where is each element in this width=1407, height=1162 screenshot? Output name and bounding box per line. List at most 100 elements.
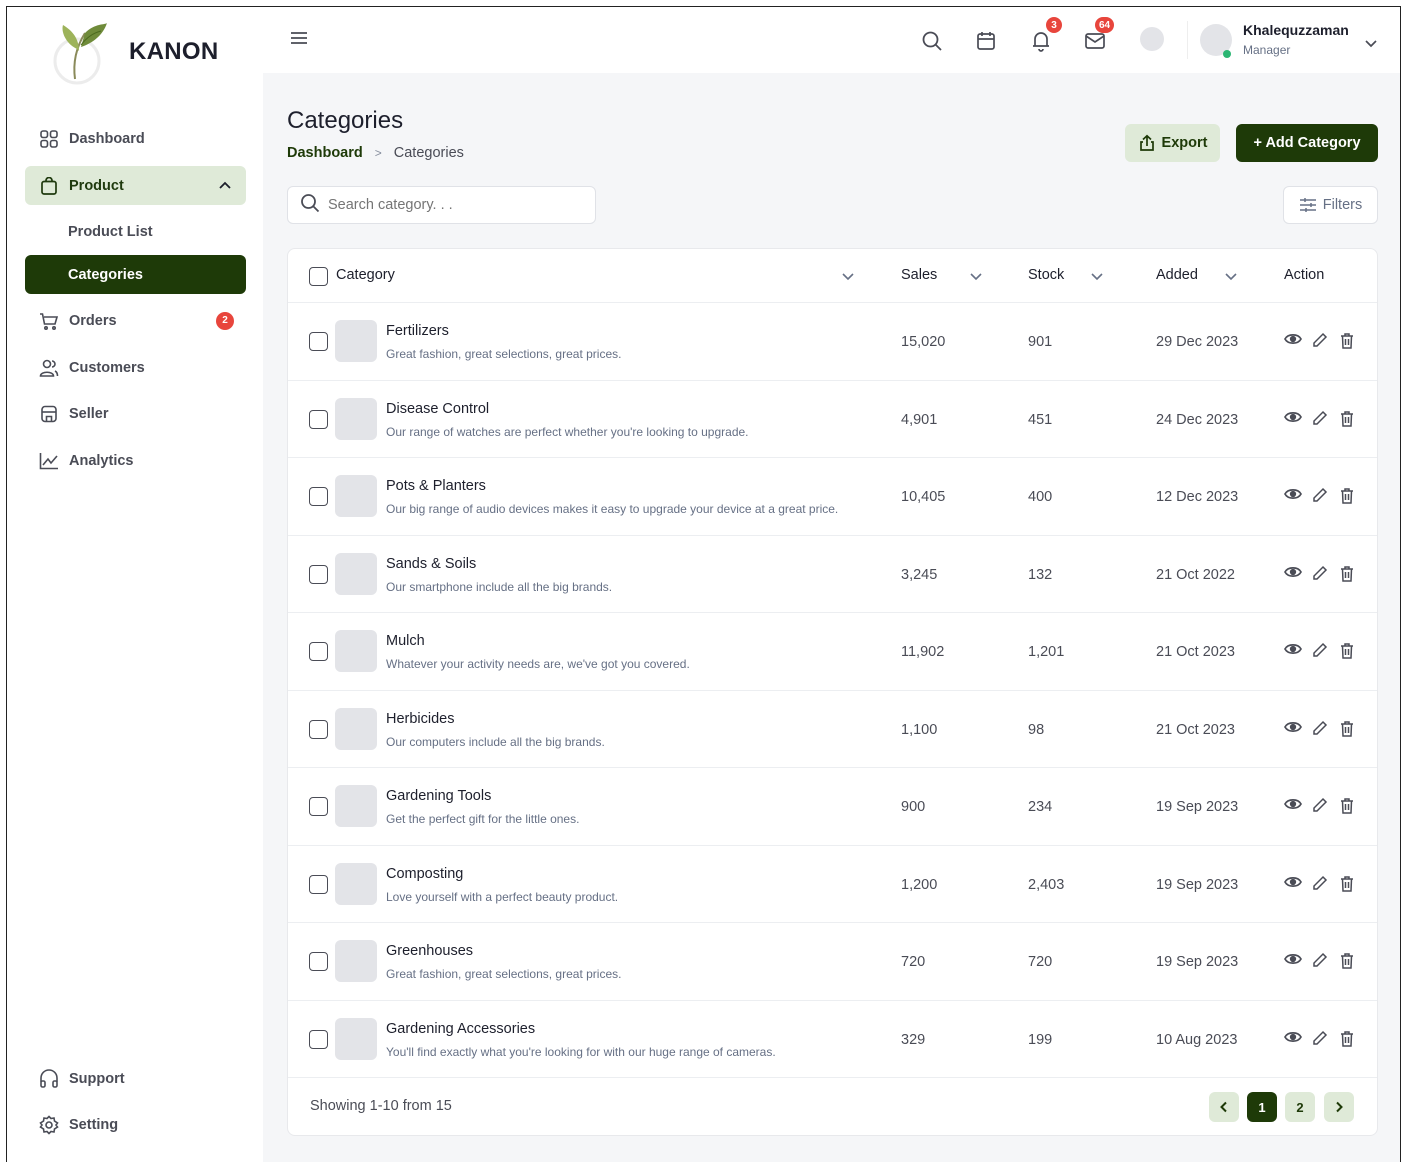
category-name[interactable]: Pots & Planters bbox=[386, 478, 486, 494]
category-name[interactable]: Greenhouses bbox=[386, 943, 473, 959]
category-name[interactable]: Gardening Accessories bbox=[386, 1021, 535, 1037]
edit-icon[interactable] bbox=[1312, 952, 1328, 968]
table-row[interactable]: Composting Love yourself with a perfect b… bbox=[288, 846, 1377, 923]
edit-icon[interactable] bbox=[1312, 332, 1328, 348]
delete-icon[interactable] bbox=[1340, 1030, 1354, 1047]
delete-icon[interactable] bbox=[1340, 332, 1354, 349]
table-row[interactable]: Gardening Accessories You'll find exactly… bbox=[288, 1001, 1377, 1078]
category-name[interactable]: Mulch bbox=[386, 633, 425, 649]
row-checkbox[interactable] bbox=[309, 409, 328, 429]
delete-icon[interactable] bbox=[1340, 487, 1354, 504]
edit-icon[interactable] bbox=[1312, 487, 1328, 503]
edit-icon[interactable] bbox=[1312, 875, 1328, 891]
table-row[interactable]: Sands & Soils Our smartphone include all … bbox=[288, 536, 1377, 613]
delete-icon[interactable] bbox=[1340, 565, 1354, 582]
table-row[interactable]: Greenhouses Great fashion, great selectio… bbox=[288, 923, 1377, 1001]
delete-icon[interactable] bbox=[1340, 642, 1354, 659]
category-name[interactable]: Fertilizers bbox=[386, 323, 449, 339]
sidebar-item-orders[interactable]: Orders 2 bbox=[25, 301, 246, 340]
chevron-down-icon[interactable] bbox=[969, 268, 983, 286]
delete-icon[interactable] bbox=[1340, 410, 1354, 427]
row-checkbox[interactable] bbox=[309, 642, 328, 661]
chevron-down-icon[interactable] bbox=[1224, 268, 1238, 286]
next-page-button[interactable] bbox=[1324, 1092, 1354, 1122]
category-name[interactable]: Composting bbox=[386, 866, 463, 882]
row-checkbox[interactable] bbox=[309, 719, 328, 739]
sidebar-item-analytics[interactable]: Analytics bbox=[25, 441, 246, 480]
view-icon[interactable] bbox=[1284, 642, 1302, 656]
category-name[interactable]: Disease Control bbox=[386, 401, 489, 417]
sidebar-item-seller[interactable]: Seller bbox=[25, 394, 246, 433]
sales-cell: 11,902 bbox=[901, 644, 945, 660]
table-row[interactable]: Gardening Tools Get the perfect gift for … bbox=[288, 768, 1377, 846]
sidebar-item-product-list[interactable]: Product List bbox=[25, 212, 246, 251]
bell-icon[interactable] bbox=[1029, 29, 1053, 53]
table-row[interactable]: Fertilizers Great fashion, great selectio… bbox=[288, 303, 1377, 381]
delete-icon[interactable] bbox=[1340, 797, 1354, 814]
category-description: Our range of watches are perfect whether… bbox=[386, 424, 749, 439]
menu-icon[interactable] bbox=[290, 31, 308, 50]
row-checkbox[interactable] bbox=[309, 487, 328, 506]
edit-icon[interactable] bbox=[1312, 1030, 1328, 1046]
edit-icon[interactable] bbox=[1312, 642, 1328, 658]
view-icon[interactable] bbox=[1284, 875, 1302, 889]
add-category-button[interactable]: + Add Category bbox=[1236, 124, 1378, 162]
view-icon[interactable] bbox=[1284, 1030, 1302, 1044]
breadcrumb-link-dashboard[interactable]: Dashboard bbox=[287, 145, 363, 161]
table-row[interactable]: Pots & Planters Our big range of audio de… bbox=[288, 458, 1377, 536]
sales-cell: 1,200 bbox=[901, 876, 938, 893]
sidebar-item-support[interactable]: Support bbox=[25, 1059, 246, 1098]
status-placeholder-dot[interactable] bbox=[1140, 27, 1164, 51]
view-icon[interactable] bbox=[1284, 797, 1302, 811]
search-input[interactable] bbox=[328, 197, 578, 213]
sidebar-item-dashboard[interactable]: Dashboard bbox=[25, 119, 246, 158]
search-field[interactable] bbox=[287, 186, 596, 224]
view-icon[interactable] bbox=[1284, 410, 1302, 424]
view-icon[interactable] bbox=[1284, 565, 1302, 579]
delete-icon[interactable] bbox=[1340, 720, 1354, 737]
column-header-sales[interactable]: Sales bbox=[901, 267, 937, 283]
brand-logo[interactable]: KANON bbox=[51, 19, 219, 85]
view-icon[interactable] bbox=[1284, 952, 1302, 966]
row-checkbox[interactable] bbox=[309, 1029, 328, 1049]
export-button[interactable]: Export bbox=[1125, 124, 1220, 162]
table-row[interactable]: Mulch Whatever your activity needs are, w… bbox=[288, 613, 1377, 691]
table-row[interactable]: Disease Control Our range of watches are … bbox=[288, 381, 1377, 458]
edit-icon[interactable] bbox=[1312, 720, 1328, 736]
chevron-down-icon[interactable] bbox=[841, 268, 855, 286]
view-icon[interactable] bbox=[1284, 332, 1302, 346]
sidebar-item-customers[interactable]: Customers bbox=[25, 348, 246, 387]
row-checkbox[interactable] bbox=[309, 797, 328, 816]
row-checkbox[interactable] bbox=[309, 874, 328, 894]
column-header-stock[interactable]: Stock bbox=[1028, 267, 1064, 283]
category-name[interactable]: Gardening Tools bbox=[386, 788, 491, 804]
view-icon[interactable] bbox=[1284, 487, 1302, 501]
sidebar-item-categories[interactable]: Categories bbox=[25, 255, 246, 294]
search-icon[interactable] bbox=[920, 29, 944, 53]
view-icon[interactable] bbox=[1284, 720, 1302, 734]
column-header-added[interactable]: Added bbox=[1156, 267, 1198, 283]
calendar-icon[interactable] bbox=[974, 29, 998, 53]
row-checkbox[interactable] bbox=[309, 952, 328, 971]
sidebar-item-setting[interactable]: Setting bbox=[25, 1105, 246, 1144]
sidebar-item-product[interactable]: Product bbox=[25, 166, 246, 205]
category-name[interactable]: Herbicides bbox=[386, 711, 455, 727]
select-all-checkbox[interactable] bbox=[309, 267, 328, 286]
category-name[interactable]: Sands & Soils bbox=[386, 556, 476, 572]
chevron-down-icon[interactable] bbox=[1090, 268, 1104, 286]
filters-button[interactable]: Filters bbox=[1283, 186, 1378, 224]
edit-icon[interactable] bbox=[1312, 797, 1328, 813]
page-button-1[interactable]: 1 bbox=[1247, 1092, 1277, 1122]
edit-icon[interactable] bbox=[1312, 410, 1328, 426]
row-checkbox[interactable] bbox=[309, 564, 328, 584]
chevron-down-icon[interactable] bbox=[1364, 35, 1378, 53]
delete-icon[interactable] bbox=[1340, 875, 1354, 892]
delete-icon[interactable] bbox=[1340, 952, 1354, 969]
column-header-category[interactable]: Category bbox=[336, 267, 395, 283]
edit-icon[interactable] bbox=[1312, 565, 1328, 581]
table-row[interactable]: Herbicides Our computers include all the … bbox=[288, 691, 1377, 768]
prev-page-button[interactable] bbox=[1209, 1092, 1239, 1122]
page-button-2[interactable]: 2 bbox=[1285, 1092, 1315, 1122]
category-description: Whatever your activity needs are, we've … bbox=[386, 657, 690, 671]
row-checkbox[interactable] bbox=[309, 332, 328, 351]
